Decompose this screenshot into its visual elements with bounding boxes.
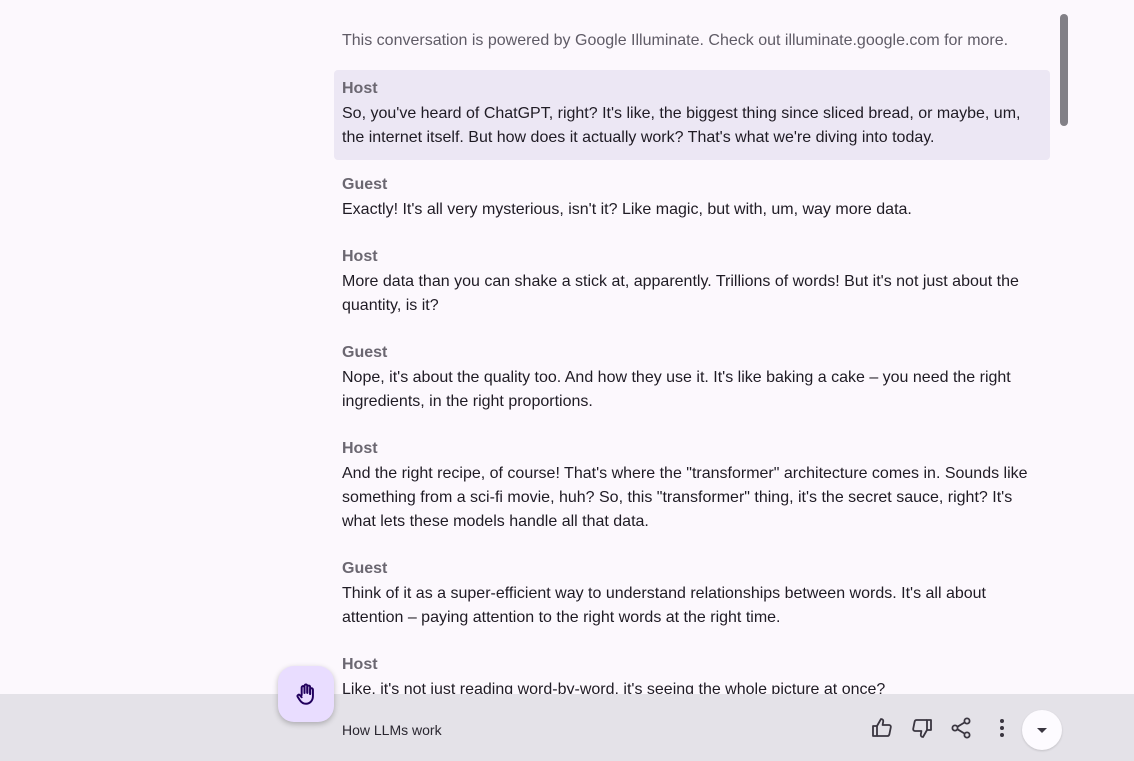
utterance-text: And the right recipe, of course! That's …	[342, 465, 1028, 530]
chevron-down-icon	[1037, 728, 1047, 733]
episode-title: How LLMs work	[342, 722, 442, 738]
speaker-label: Host	[342, 248, 378, 265]
speaker-label: Host	[342, 440, 378, 457]
speaker-label: Guest	[342, 344, 388, 361]
thumb-up-button[interactable]	[864, 710, 900, 746]
speaker-label: Guest	[342, 176, 388, 193]
player-bar: How LLMs work	[0, 694, 1134, 761]
utterance-text: Like, it's not just reading word-by-word…	[342, 681, 886, 694]
transcript-turn[interactable]: Host And the right recipe, of course! Th…	[334, 430, 1050, 544]
speaker-label: Guest	[342, 560, 388, 577]
scrollbar-thumb[interactable]	[1060, 14, 1068, 126]
transcript-turn[interactable]: Host So, you've heard of ChatGPT, right?…	[334, 70, 1050, 160]
more-vert-icon	[1000, 719, 1004, 737]
thumb-down-icon	[912, 719, 932, 738]
thumb-up-icon	[872, 718, 892, 737]
raise-hand-button[interactable]	[278, 666, 334, 722]
utterance-text: Think of it as a super-efficient way to …	[342, 585, 986, 626]
share-button[interactable]	[943, 710, 979, 746]
raise-hand-icon	[296, 683, 314, 705]
more-options-button[interactable]	[984, 710, 1020, 746]
thumb-down-button[interactable]	[904, 710, 940, 746]
transcript-scrollbar[interactable]	[1058, 14, 1070, 694]
expand-player-button[interactable]	[1022, 710, 1062, 750]
utterance-text: Exactly! It's all very mysterious, isn't…	[342, 201, 912, 218]
transcript-turn[interactable]: Guest Think of it as a super-efficient w…	[334, 550, 1050, 640]
transcript-turn[interactable]: Host Like, it's not just reading word-by…	[334, 646, 1050, 694]
transcript-turn[interactable]: Guest Exactly! It's all very mysterious,…	[334, 166, 1050, 232]
speaker-label: Host	[342, 80, 378, 97]
speaker-label: Host	[342, 656, 378, 673]
utterance-text: So, you've heard of ChatGPT, right? It's…	[342, 105, 1021, 146]
transcript-turn[interactable]: Guest Nope, it's about the quality too. …	[334, 334, 1050, 424]
powered-by-notice: This conversation is powered by Google I…	[342, 32, 1009, 49]
transcript-panel[interactable]: This conversation is powered by Google I…	[334, 0, 1050, 694]
transcript-turn[interactable]: Host More data than you can shake a stic…	[334, 238, 1050, 328]
share-icon	[951, 717, 971, 739]
utterance-text: More data than you can shake a stick at,…	[342, 273, 1019, 314]
utterance-text: Nope, it's about the quality too. And ho…	[342, 369, 1011, 410]
podcast-player-page: This conversation is powered by Google I…	[0, 0, 1134, 761]
